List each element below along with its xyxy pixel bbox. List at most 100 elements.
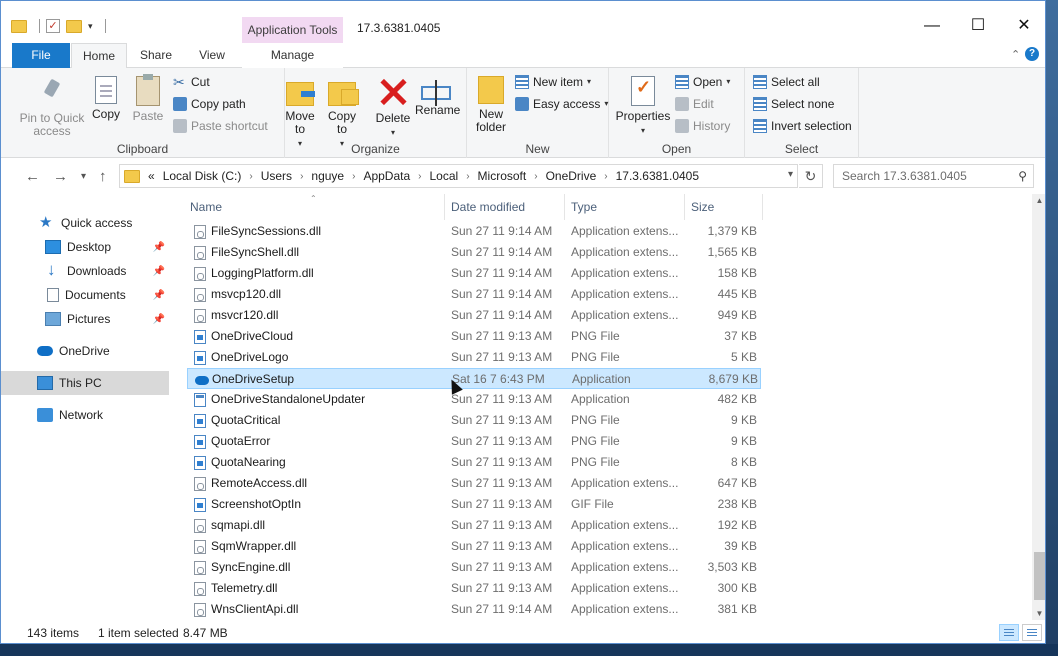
breadcrumb-item[interactable]: Local (430, 169, 459, 183)
tab-home[interactable]: Home (71, 43, 127, 69)
properties-qat-icon[interactable]: ✓ (46, 19, 60, 33)
table-row[interactable]: QuotaError Sun 27 11 9:13 AM PNG File 9 KB (187, 431, 761, 452)
tab-view[interactable]: View (187, 43, 237, 68)
nav-item-onedrive[interactable]: OneDrive (1, 339, 169, 363)
chevron-right-icon[interactable]: › (249, 171, 252, 182)
back-arrow-icon[interactable]: ← (25, 168, 40, 185)
nav-item-downloads[interactable]: Downloads 📌 (1, 259, 169, 283)
help-icon[interactable]: ? (1025, 47, 1039, 61)
history-button[interactable]: History (675, 116, 730, 136)
breadcrumb-item[interactable]: 17.3.6381.0405 (616, 169, 699, 183)
table-row[interactable]: QuotaCritical Sun 27 11 9:13 AM PNG File 9 … (187, 410, 761, 431)
breadcrumb-item[interactable]: Microsoft (478, 169, 527, 183)
nav-item-pictures[interactable]: Pictures 📌 (1, 307, 169, 331)
chevron-right-icon[interactable]: › (300, 171, 303, 182)
paste-button[interactable]: Paste (131, 74, 165, 123)
nav-item-quick-access[interactable]: Quick access (1, 211, 169, 235)
forward-arrow-icon[interactable]: → (53, 168, 68, 185)
table-row[interactable]: LoggingPlatform.dll Sun 27 11 9:14 AM Appl… (187, 263, 761, 284)
breadcrumb-overflow[interactable]: « (148, 169, 155, 183)
scrollbar-thumb[interactable] (1034, 552, 1045, 600)
address-bar[interactable]: « Local Disk (C:) › Users › nguye › AppData… (119, 164, 798, 188)
select-none-button[interactable]: Select none (753, 94, 834, 114)
cut-button[interactable]: Cut (173, 72, 210, 92)
large-icons-view-button[interactable] (1022, 624, 1042, 641)
recent-locations-icon[interactable]: ▾ (81, 171, 86, 182)
move-to-button[interactable]: Move to ▾ (285, 76, 315, 150)
column-header-name[interactable]: ⌃ Name (184, 194, 445, 220)
breadcrumb-item[interactable]: Users (261, 169, 292, 183)
scroll-up-icon[interactable]: ▲ (1032, 196, 1045, 205)
column-header-date[interactable]: Date modified (445, 194, 565, 220)
new-folder-button[interactable]: New folder (473, 76, 509, 134)
tab-manage[interactable]: Manage (242, 43, 343, 68)
tab-file[interactable]: File (12, 43, 70, 68)
table-row[interactable]: sqmapi.dll Sun 27 11 9:13 AM Application e… (187, 515, 761, 536)
details-view-button[interactable] (999, 624, 1019, 641)
address-history-icon[interactable]: ▾ (788, 169, 793, 180)
table-row[interactable]: OneDriveStandaloneUpdater Sun 27 11 9:13 … (187, 389, 761, 410)
copy-path-button[interactable]: Copy path (173, 94, 246, 114)
table-row[interactable]: msvcr120.dll Sun 27 11 9:14 AM Application… (187, 305, 761, 326)
tab-share[interactable]: Share (131, 43, 181, 68)
table-row[interactable]: WnsClientApi.dll Sun 27 11 9:14 AM Applica… (187, 599, 761, 620)
close-button[interactable]: ✕ (1001, 11, 1045, 41)
scroll-down-icon[interactable]: ▼ (1032, 609, 1045, 618)
chevron-right-icon[interactable]: › (352, 171, 355, 182)
breadcrumb-item[interactable]: AppData (363, 169, 410, 183)
chevron-right-icon[interactable]: › (466, 171, 469, 182)
minimize-button[interactable]: — (909, 11, 955, 41)
breadcrumb-item[interactable]: nguye (311, 169, 344, 183)
breadcrumb-item[interactable]: Local Disk (C:) (163, 169, 242, 183)
paste-shortcut-button[interactable]: Paste shortcut (173, 116, 268, 136)
table-row[interactable]: OneDriveCloud Sun 27 11 9:13 AM PNG File 37… (187, 326, 761, 347)
table-row[interactable]: msvcp120.dll Sun 27 11 9:14 AM Application… (187, 284, 761, 305)
nav-item-network[interactable]: Network (1, 403, 169, 427)
table-row[interactable]: RemoteAccess.dll Sun 27 11 9:13 AM Applica… (187, 473, 761, 494)
chevron-right-icon[interactable]: › (604, 171, 607, 182)
breadcrumb-item[interactable]: OneDrive (546, 169, 597, 183)
customize-qat-icon[interactable]: ▾ (88, 21, 93, 32)
column-header-type[interactable]: Type (565, 194, 685, 220)
refresh-icon[interactable]: ↻ (799, 164, 823, 188)
copy-button[interactable]: Copy (89, 76, 123, 121)
invert-selection-button[interactable]: Invert selection (753, 116, 852, 136)
properties-button[interactable]: Properties ▾ (615, 76, 671, 137)
delete-button[interactable]: Delete ▾ (373, 76, 413, 139)
copy-label: Copy (91, 107, 120, 121)
easy-access-button[interactable]: Easy access ▾ (515, 94, 608, 114)
select-all-button[interactable]: Select all (753, 72, 820, 92)
up-arrow-icon[interactable]: ↑ (99, 168, 107, 185)
dll-icon (194, 477, 206, 491)
table-row[interactable]: Telemetry.dll Sun 27 11 9:13 AM Applicatio… (187, 578, 761, 599)
pin-quick-access-button[interactable]: Pin to Quick access (17, 76, 87, 138)
edit-button[interactable]: Edit (675, 94, 714, 114)
chevron-right-icon[interactable]: › (534, 171, 537, 182)
pin-icon[interactable]: 📌 (153, 242, 165, 253)
table-row[interactable]: FileSyncSessions.dll Sun 27 11 9:14 AM App… (187, 221, 761, 242)
new-item-button[interactable]: New item ▾ (515, 72, 591, 92)
rename-button[interactable]: Rename (415, 76, 460, 117)
chevron-right-icon[interactable]: › (418, 171, 421, 182)
table-row[interactable]: OneDriveLogo Sun 27 11 9:13 AM PNG File 5 K… (187, 347, 761, 368)
pin-icon[interactable]: 📌 (153, 290, 165, 301)
collapse-ribbon-icon[interactable]: ⌃ (1011, 48, 1020, 61)
new-folder-qat-icon[interactable] (66, 19, 82, 33)
table-row[interactable]: QuotaNearing Sun 27 11 9:13 AM PNG File 8 K… (187, 452, 761, 473)
table-row[interactable]: SqmWrapper.dll Sun 27 11 9:13 AM Applicati… (187, 536, 761, 557)
table-row[interactable]: OneDriveSetup Sat 16 7 6:43 PM Application… (187, 368, 761, 389)
maximize-button[interactable]: ☐ (955, 11, 1001, 41)
pin-icon[interactable]: 📌 (153, 314, 165, 325)
table-row[interactable]: ScreenshotOptIn Sun 27 11 9:13 AM GIF File… (187, 494, 761, 515)
search-input[interactable]: Search 17.3.6381.0405 ⚲ (833, 164, 1034, 188)
table-row[interactable]: FileSyncShell.dll Sun 27 11 9:14 AM Applic… (187, 242, 761, 263)
copy-to-button[interactable]: Copy to ▾ (327, 76, 359, 150)
column-header-size[interactable]: Size (685, 194, 763, 220)
nav-item-desktop[interactable]: Desktop 📌 (1, 235, 169, 259)
vertical-scrollbar[interactable]: ▲ ▼ (1032, 194, 1045, 620)
open-button[interactable]: Open ▾ (675, 72, 730, 92)
nav-item-this-pc[interactable]: This PC (1, 371, 169, 395)
nav-item-documents[interactable]: Documents 📌 (1, 283, 169, 307)
pin-icon[interactable]: 📌 (153, 266, 165, 277)
table-row[interactable]: SyncEngine.dll Sun 27 11 9:13 AM Applicati… (187, 557, 761, 578)
